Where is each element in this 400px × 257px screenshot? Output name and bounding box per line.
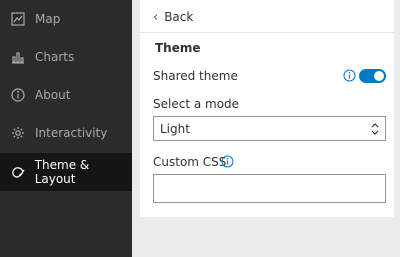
custom-css-input[interactable] <box>153 174 386 203</box>
map-icon <box>10 11 26 27</box>
sidebar-item-label: About <box>35 88 71 102</box>
sidebar-item-label: Charts <box>35 50 75 64</box>
chevron-left-icon: ‹ <box>153 9 159 25</box>
custom-css-label: Custom CSS <box>153 155 227 169</box>
divider <box>140 32 394 33</box>
toggle-knob <box>374 71 384 81</box>
mode-label: Select a mode <box>153 97 240 111</box>
back-button[interactable]: ‹ Back <box>153 7 193 27</box>
sidebar-item-interactivity[interactable]: Interactivity <box>0 114 132 152</box>
sidebar-item-label: Theme & Layout <box>34 158 90 186</box>
mode-select-value: Light <box>160 121 190 136</box>
info-icon[interactable] <box>221 155 234 168</box>
sidebar-item-label: Map <box>35 12 61 26</box>
shared-theme-toggle[interactable] <box>359 69 386 83</box>
sidebar-item-theme-layout[interactable]: Theme & Layout <box>0 153 132 191</box>
settings-panel: ‹ Back Theme Shared theme Select a mode … <box>140 0 394 217</box>
sidebar-item-about[interactable]: About <box>0 76 132 114</box>
shared-theme-label: Shared theme <box>153 69 238 83</box>
sidebar: Map Charts About Interactivity Theme & L… <box>0 0 132 257</box>
chart-icon <box>10 49 26 65</box>
sidebar-item-charts[interactable]: Charts <box>0 38 132 76</box>
sidebar-item-label: Interactivity <box>35 126 108 140</box>
section-title: Theme <box>155 41 201 55</box>
sidebar-item-map[interactable]: Map <box>0 0 132 38</box>
palette-icon <box>10 164 26 180</box>
info-icon[interactable] <box>343 69 356 82</box>
gear-icon <box>10 125 26 141</box>
info-icon <box>10 87 26 103</box>
select-arrows-icon <box>371 123 379 135</box>
mode-select[interactable]: Light <box>153 116 386 141</box>
back-label: Back <box>164 10 194 24</box>
